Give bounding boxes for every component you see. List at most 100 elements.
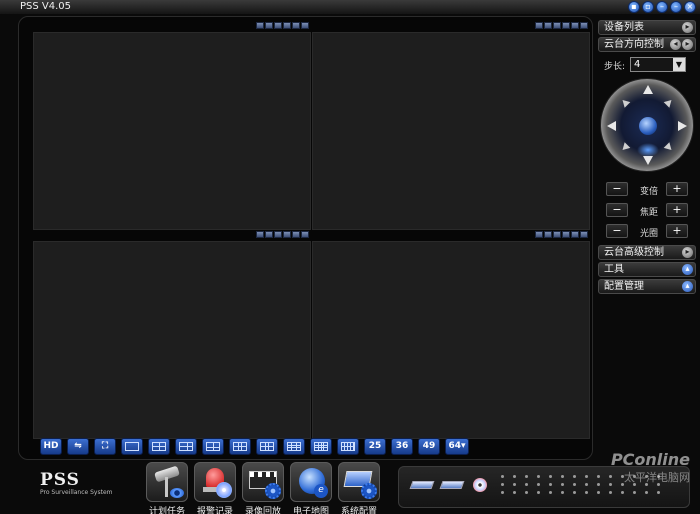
- schedule-task-button[interactable]: 计划任务: [146, 462, 188, 514]
- emap-globe-icon: e: [290, 462, 332, 502]
- pin-icon[interactable]: ▫: [642, 1, 654, 13]
- ptz-control-header[interactable]: 云台方向控制 ◂ ▸: [598, 37, 696, 52]
- chevron-down-icon[interactable]: ▼: [673, 58, 685, 71]
- layout-4-button[interactable]: [148, 438, 170, 455]
- video-pane-2[interactable]: [312, 22, 590, 230]
- layout-13-button[interactable]: [283, 438, 305, 455]
- snapshot-icon[interactable]: [535, 22, 543, 29]
- layout-10-button[interactable]: [256, 438, 278, 455]
- record-icon[interactable]: [265, 22, 273, 29]
- minimize-icon[interactable]: –: [656, 1, 668, 13]
- iris-label: 光圈: [639, 229, 658, 239]
- iris-plus-button[interactable]: +: [666, 224, 688, 238]
- hd-button[interactable]: HD: [40, 438, 62, 455]
- tool-label: 录像回放: [244, 507, 281, 514]
- expand-icon[interactable]: ▸: [682, 22, 693, 33]
- video-screen[interactable]: [33, 32, 311, 230]
- record-icon[interactable]: [544, 22, 552, 29]
- pane-close-icon[interactable]: [580, 22, 588, 29]
- ptz-advanced-label: 云台高级控制: [604, 247, 664, 258]
- zoom-label: 变倍: [639, 187, 658, 197]
- video-pane-4[interactable]: [312, 231, 590, 439]
- ptz-up-right-icon[interactable]: [663, 97, 675, 108]
- video-pane-1[interactable]: [33, 22, 311, 230]
- iris-minus-button[interactable]: −: [606, 224, 628, 238]
- color-icon[interactable]: [562, 231, 570, 238]
- pane-close-icon[interactable]: [301, 22, 309, 29]
- audio-icon[interactable]: [292, 22, 300, 29]
- emap-button[interactable]: e 电子地图: [290, 462, 332, 514]
- snapshot-icon[interactable]: [256, 22, 264, 29]
- video-screen[interactable]: [312, 32, 590, 230]
- ptz-down-left-icon[interactable]: [619, 142, 631, 153]
- ptz-down-right-icon[interactable]: [663, 142, 675, 153]
- ptz-advanced-header[interactable]: 云台高级控制 ▸: [598, 245, 696, 260]
- zoom-icon[interactable]: [274, 22, 282, 29]
- ptz-down-icon[interactable]: [643, 156, 653, 165]
- focus-plus-button[interactable]: +: [666, 203, 688, 217]
- video-pane-3[interactable]: [33, 231, 311, 439]
- snapshot-icon[interactable]: [256, 231, 264, 238]
- gear-icon: [361, 483, 377, 499]
- ptz-center-button[interactable]: [639, 117, 657, 135]
- step-select[interactable]: 4 ▼: [630, 57, 686, 72]
- color-icon[interactable]: [562, 22, 570, 29]
- audio-icon[interactable]: [571, 231, 579, 238]
- layout-25-button[interactable]: 25: [364, 438, 386, 455]
- restore-icon[interactable]: –: [670, 1, 682, 13]
- layout-8-button[interactable]: [202, 438, 224, 455]
- video-screen[interactable]: [33, 241, 311, 439]
- zoom-icon[interactable]: [553, 231, 561, 238]
- lock-icon[interactable]: ▪: [628, 1, 640, 13]
- layout-1-button[interactable]: [121, 438, 143, 455]
- zoom-out-button[interactable]: −: [606, 182, 628, 196]
- ptz-up-icon[interactable]: [643, 85, 653, 94]
- video-playback-button[interactable]: 录像回放: [242, 462, 284, 514]
- expand-icon[interactable]: ▸: [682, 39, 693, 50]
- layout-6-button[interactable]: [175, 438, 197, 455]
- system-config-button[interactable]: 系统配置: [338, 462, 380, 514]
- collapse-icon[interactable]: ◂: [670, 39, 681, 50]
- zoom-icon[interactable]: [553, 22, 561, 29]
- focus-minus-button[interactable]: −: [606, 203, 628, 217]
- hdd-icon: [439, 481, 465, 489]
- layout-36-button[interactable]: 36: [391, 438, 413, 455]
- layout-64-button[interactable]: 64▾: [445, 438, 469, 455]
- fullscreen-button[interactable]: ⛶: [94, 438, 116, 455]
- six-grid-icon: [179, 442, 193, 451]
- ptz-up-left-icon[interactable]: [619, 97, 631, 108]
- config-manage-header[interactable]: 配置管理 ▴: [598, 279, 696, 294]
- color-icon[interactable]: [283, 231, 291, 238]
- color-icon[interactable]: [283, 22, 291, 29]
- collapse-icon[interactable]: ▴: [682, 281, 693, 292]
- video-screen[interactable]: [312, 241, 590, 439]
- ptz-right-icon[interactable]: [678, 121, 687, 131]
- alarm-record-button[interactable]: 报警记录: [194, 462, 236, 514]
- audio-icon[interactable]: [292, 231, 300, 238]
- record-icon[interactable]: [265, 231, 273, 238]
- iris-adjust-row: − 光圈 +: [598, 224, 696, 239]
- ptz-left-icon[interactable]: [607, 121, 616, 131]
- watermark-brand: PConline: [610, 450, 690, 469]
- device-list-header[interactable]: 设备列表 ▸: [598, 20, 696, 35]
- record-icon[interactable]: [544, 231, 552, 238]
- step-row: 步长: 4 ▼: [598, 56, 696, 74]
- zoom-in-button[interactable]: +: [666, 182, 688, 196]
- zoom-icon[interactable]: [274, 231, 282, 238]
- layout-toolbar: HD ⇋ ⛶ 25 36 49 64▾: [40, 438, 469, 455]
- close-icon[interactable]: ×: [684, 1, 696, 13]
- logo-name: PSS: [40, 470, 80, 490]
- pane-close-icon[interactable]: [580, 231, 588, 238]
- layout-20-button[interactable]: [337, 438, 359, 455]
- layout-49-button[interactable]: 49: [418, 438, 440, 455]
- collapse-icon[interactable]: ▴: [682, 264, 693, 275]
- expand-icon[interactable]: ▸: [682, 247, 693, 258]
- tools-header[interactable]: 工具 ▴: [598, 262, 696, 277]
- snapshot-icon[interactable]: [535, 231, 543, 238]
- fullscreen-icon: ⛶: [101, 441, 109, 451]
- audio-icon[interactable]: [571, 22, 579, 29]
- layout-9-button[interactable]: [229, 438, 251, 455]
- sequence-button[interactable]: ⇋: [67, 438, 89, 455]
- pane-close-icon[interactable]: [301, 231, 309, 238]
- layout-16-button[interactable]: [310, 438, 332, 455]
